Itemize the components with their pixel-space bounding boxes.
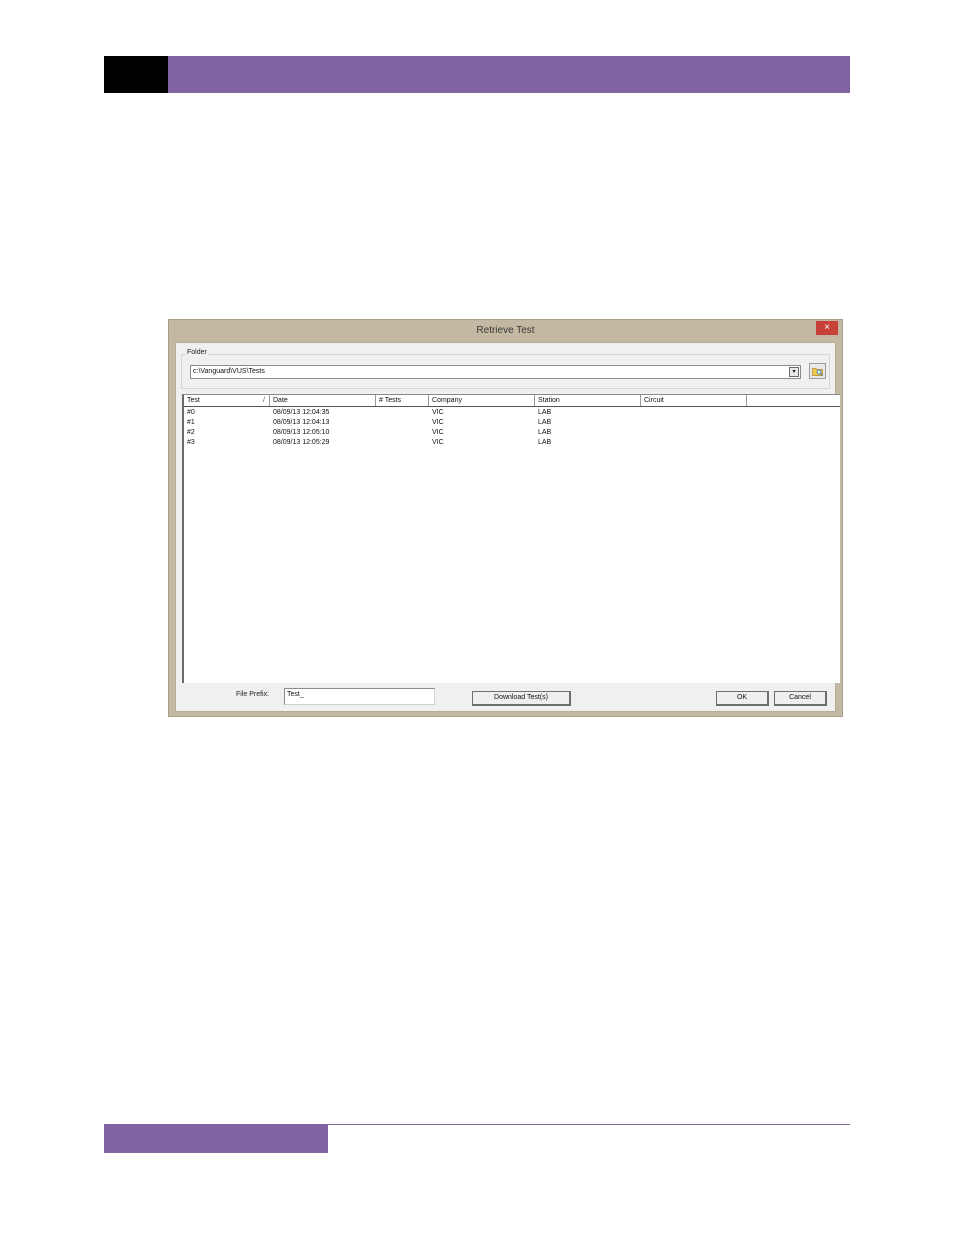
list-header: Test / Date # Tests Company Station Circ… [184,395,840,407]
cell-date: 08/09/13 12:04:13 [273,419,330,426]
cell-company: VIC [432,419,444,426]
table-row[interactable]: #3 08/09/13 12:05:29 VIC LAB [184,438,840,448]
table-row[interactable]: #2 08/09/13 12:05:10 VIC LAB [184,428,840,438]
table-row[interactable]: #1 08/09/13 12:04:13 VIC LAB [184,418,840,428]
cell-date: 08/09/13 12:05:10 [273,429,330,436]
folder-legend: Folder [186,349,208,356]
header-purple-bar [168,56,850,93]
bottom-bar: File Prefix: Test_ Download Test(s) OK C… [176,683,835,711]
cell-station: LAB [538,429,552,436]
column-header-test[interactable]: Test / [184,395,270,406]
cell-date: 08/09/13 12:05:29 [273,439,330,446]
cell-test: #0 [187,409,195,416]
file-prefix-input[interactable]: Test_ [284,688,435,705]
browse-folder-button[interactable] [809,363,826,379]
header-black-block [104,56,168,93]
cell-station: LAB [538,439,552,446]
column-header-tests[interactable]: # Tests [376,395,429,406]
cancel-button[interactable]: Cancel [774,691,827,706]
dropdown-arrow-icon[interactable]: ▾ [789,367,799,377]
cell-station: LAB [538,409,552,416]
cell-company: VIC [432,429,444,436]
folder-search-icon [812,368,823,376]
window-title: Retrieve Test [476,325,535,336]
footer-purple-block [104,1125,328,1153]
cell-company: VIC [432,409,444,416]
tests-list[interactable]: Test / Date # Tests Company Station Circ… [182,394,840,683]
column-header-date[interactable]: Date [270,395,376,406]
download-tests-button[interactable]: Download Test(s) [472,691,571,706]
ok-button[interactable]: OK [716,691,769,706]
retrieve-test-window: Retrieve Test × Folder c:\Vanguard\VUS\T… [168,319,843,717]
cell-station: LAB [538,419,552,426]
column-header-circuit[interactable]: Circuit [641,395,747,406]
close-button[interactable]: × [816,321,838,335]
folder-path-value: c:\Vanguard\VUS\Tests [193,368,265,375]
cell-date: 08/09/13 12:04:35 [273,409,330,416]
cell-test: #3 [187,439,195,446]
column-header-company[interactable]: Company [429,395,535,406]
table-row[interactable]: #0 08/09/13 12:04:35 VIC LAB [184,408,840,418]
dialog-client-area: Folder c:\Vanguard\VUS\Tests ▾ Test / Da… [175,342,840,712]
close-icon: × [824,322,830,333]
folder-group: Folder c:\Vanguard\VUS\Tests ▾ [181,349,830,389]
cell-test: #1 [187,419,195,426]
file-prefix-label: File Prefix: [236,691,270,698]
column-header-station[interactable]: Station [535,395,641,406]
cell-test: #2 [187,429,195,436]
sort-indicator-icon: / [263,397,265,404]
folder-combo[interactable]: c:\Vanguard\VUS\Tests ▾ [190,365,801,379]
cell-company: VIC [432,439,444,446]
